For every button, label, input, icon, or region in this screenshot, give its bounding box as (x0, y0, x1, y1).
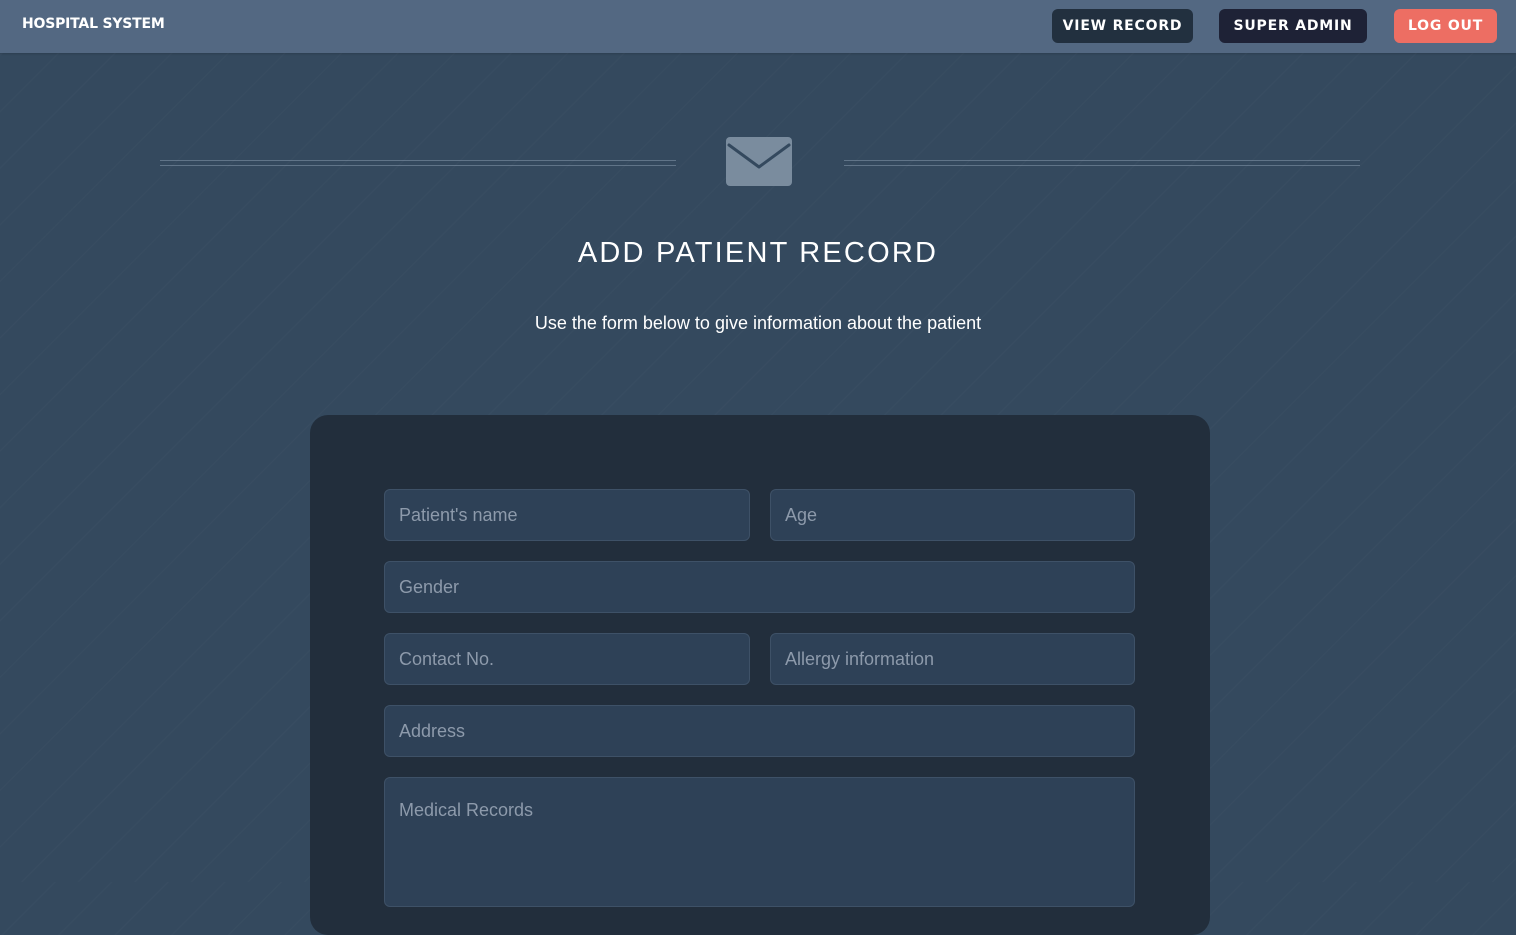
log-out-button[interactable]: LOG OUT (1394, 9, 1497, 43)
page-subtitle: Use the form below to give information a… (534, 313, 982, 333)
age-input[interactable] (770, 489, 1135, 541)
patient-name-input[interactable] (384, 489, 750, 541)
brand-title[interactable]: HOSPITAL SYSTEM (22, 16, 165, 32)
top-navbar: HOSPITAL SYSTEM VIEW RECORD SUPER ADMIN … (0, 0, 1516, 53)
contact-number-input[interactable] (384, 633, 750, 685)
page-title: ADD PATIENT RECORD (577, 237, 939, 269)
envelope-icon (726, 137, 792, 186)
super-admin-button[interactable]: SUPER ADMIN (1219, 9, 1367, 43)
header-divider-right (844, 160, 1360, 166)
view-record-button[interactable]: VIEW RECORD (1052, 9, 1193, 43)
header-divider-left (160, 160, 676, 166)
medical-records-textarea[interactable] (384, 777, 1135, 907)
allergy-information-input[interactable] (770, 633, 1135, 685)
gender-input[interactable] (384, 561, 1135, 613)
address-input[interactable] (384, 705, 1135, 757)
